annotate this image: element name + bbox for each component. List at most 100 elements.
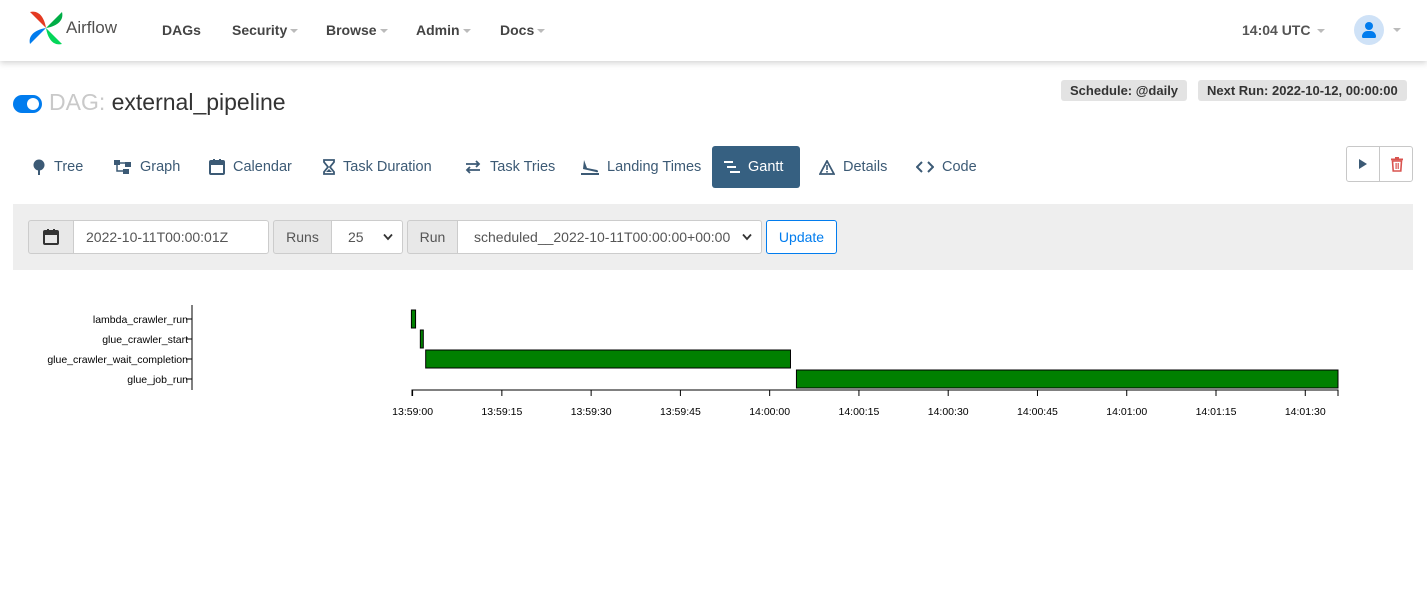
task-bar[interactable]: [410, 309, 417, 329]
runs-select-value: 25: [348, 229, 364, 245]
time-tick-label: 13:59:00: [392, 406, 433, 418]
chevron-down-icon: [383, 233, 393, 241]
gantt-icon: [724, 160, 740, 174]
next-run-badge: Next Run: 2022-10-12, 00:00:00: [1198, 80, 1407, 101]
tab-graph-label: Graph: [140, 159, 181, 175]
tab-details[interactable]: Details: [807, 146, 899, 188]
tab-task-duration[interactable]: Task Duration: [311, 146, 444, 188]
time-tick-label: 14:01:15: [1196, 406, 1237, 418]
time-tick-label: 14:00:30: [928, 406, 969, 418]
brand-name: Airflow: [66, 18, 118, 37]
tree-icon: [32, 159, 46, 175]
tab-task-tries[interactable]: Task Tries: [452, 146, 567, 188]
tab-details-label: Details: [843, 159, 888, 175]
delete-dag-button[interactable]: [1380, 147, 1413, 181]
caret-down-icon: [1317, 29, 1326, 34]
base-date-input[interactable]: 2022-10-11T00:00:01Z: [73, 220, 269, 254]
landing-icon: [581, 159, 599, 175]
tab-task-duration-label: Task Duration: [343, 159, 432, 175]
nav-security-label: Security: [232, 22, 288, 38]
task-bar[interactable]: [419, 329, 424, 349]
user-icon-body: [1362, 31, 1376, 38]
caret-down-icon[interactable]: [1393, 28, 1401, 32]
caret-down-icon: [462, 29, 471, 34]
nav-security[interactable]: Security: [232, 22, 299, 38]
time-tick-label: 14:00:45: [1017, 406, 1058, 418]
nav-admin-label: Admin: [416, 22, 460, 38]
task-labels: lambda_crawler_run glue_crawler_startglue…: [47, 314, 192, 386]
calendar-icon: [43, 229, 59, 245]
tab-gantt-label: Gantt: [748, 159, 784, 175]
tab-tree[interactable]: Tree: [20, 146, 95, 188]
date-picker-button[interactable]: [28, 220, 74, 254]
task-bars: [410, 309, 1339, 389]
caret-down-icon: [537, 29, 546, 34]
nav-browse-label: Browse: [326, 22, 377, 38]
chevron-down-icon: [742, 233, 752, 241]
code-icon: [916, 160, 934, 174]
run-select-value: scheduled__2022-10-11T00:00:00+00:00: [474, 229, 731, 245]
task-label: lambda_crawler_run: [93, 314, 188, 326]
run-select[interactable]: scheduled__2022-10-11T00:00:00+00:00: [457, 220, 762, 254]
time-axis: 13:59:00 13:59:15 13:59:30 13:59:45 14:00:00…: [392, 389, 1339, 418]
task-bar[interactable]: [425, 349, 791, 369]
airflow-logo[interactable]: Airflow: [28, 10, 117, 46]
caret-down-icon: [290, 29, 299, 34]
gantt-filter-form: 2022-10-11T00:00:01Z Runs 25 Run schedul…: [13, 204, 1413, 270]
tab-tree-label: Tree: [54, 159, 84, 175]
hourglass-icon: [323, 159, 335, 175]
tab-task-tries-label: Task Tries: [490, 159, 556, 175]
graph-icon: [114, 159, 132, 175]
dag-prefix: DAG:: [49, 89, 106, 115]
tab-code[interactable]: Code: [904, 146, 989, 188]
task-label: glue_job_run: [127, 374, 188, 386]
gantt-chart: lambda_crawler_run glue_crawler_startglue…: [47, 305, 1339, 418]
caret-down-icon: [379, 29, 388, 34]
navbar: Airflow DAGs Security Browse Admin Docs …: [0, 0, 1427, 61]
calendar-icon: [209, 159, 225, 175]
time-tick-label: 14:00:00: [749, 406, 790, 418]
task-bar[interactable]: [795, 369, 1339, 389]
nav-admin[interactable]: Admin: [416, 22, 471, 38]
pinwheel-icon: [29, 11, 63, 45]
nav-dags-label: DAGs: [162, 22, 201, 38]
tab-gantt[interactable]: Gantt: [712, 146, 800, 188]
time-tick-label: 14:01:00: [1106, 406, 1147, 418]
play-icon: [1359, 159, 1367, 169]
toggle-knob: [27, 98, 39, 110]
task-label: glue_crawler_wait_completion: [47, 354, 188, 366]
timezone-dropdown[interactable]: 14:04 UTC: [1242, 22, 1326, 38]
schedule-badge: Schedule: @daily: [1061, 80, 1188, 101]
tab-calendar-label: Calendar: [233, 159, 292, 175]
trigger-dag-button[interactable]: [1347, 147, 1380, 181]
update-button[interactable]: Update: [766, 220, 837, 254]
nav-docs[interactable]: Docs: [500, 22, 546, 38]
clock-time: 14:04 UTC: [1242, 22, 1311, 38]
time-axis-line: [411, 389, 1339, 396]
dag-action-buttons: [1346, 146, 1413, 182]
time-tick-label: 13:59:45: [660, 406, 701, 418]
page-title: DAG: external_pipeline: [49, 89, 286, 116]
dag-id[interactable]: external_pipeline: [112, 89, 286, 115]
time-tick-label: 14:00:15: [838, 406, 879, 418]
user-avatar[interactable]: [1354, 15, 1384, 45]
trash-icon: [1390, 156, 1403, 172]
dag-pause-toggle[interactable]: [13, 95, 42, 113]
warning-icon: [819, 159, 835, 175]
nav-browse[interactable]: Browse: [326, 22, 388, 38]
tab-landing-times-label: Landing Times: [607, 159, 702, 175]
user-icon: [1365, 22, 1373, 30]
task-label: glue_crawler_start: [102, 334, 188, 346]
runs-select[interactable]: 25: [331, 220, 403, 254]
runs-label: Runs: [273, 220, 332, 254]
retry-icon: [464, 159, 482, 175]
time-tick-label: 14:01:30: [1285, 406, 1326, 418]
time-tick-label: 13:59:15: [481, 406, 522, 418]
tab-code-label: Code: [942, 159, 977, 175]
nav-dags[interactable]: DAGs: [162, 22, 201, 38]
tab-calendar[interactable]: Calendar: [197, 146, 304, 188]
run-label: Run: [407, 220, 458, 254]
time-tick-label: 13:59:30: [571, 406, 612, 418]
tab-landing-times[interactable]: Landing Times: [569, 146, 713, 188]
tab-graph[interactable]: Graph: [102, 146, 192, 188]
